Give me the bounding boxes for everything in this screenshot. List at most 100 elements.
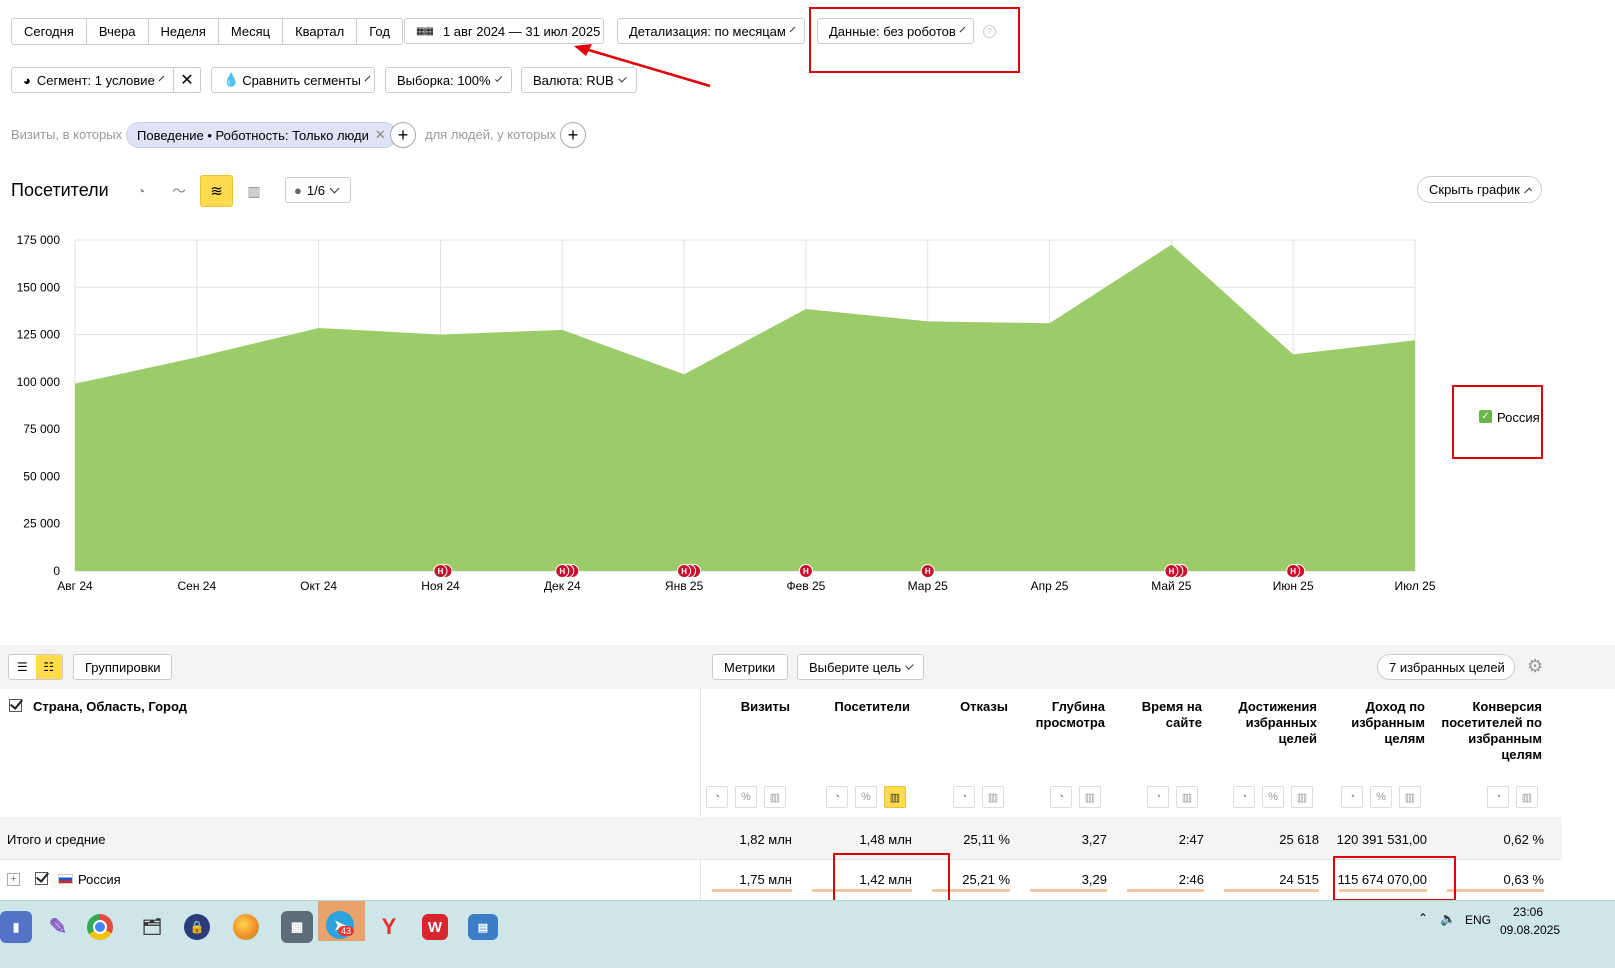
y-tick-label: 125 000 bbox=[17, 328, 61, 342]
column-header[interactable]: Посетители bbox=[800, 699, 910, 715]
row-divider bbox=[0, 859, 1562, 860]
sample-select[interactable]: Выборка: 100% bbox=[385, 67, 512, 93]
percent-icon[interactable]: % bbox=[855, 786, 877, 808]
goal-select[interactable]: Выберите цель bbox=[797, 654, 924, 680]
calculator-icon[interactable]: ▦ bbox=[281, 911, 313, 943]
clock-date[interactable]: 09.08.2025 bbox=[1500, 923, 1560, 937]
annotations-select[interactable]: ● 1/6 bbox=[285, 177, 351, 203]
column-header[interactable]: Визиты bbox=[700, 699, 790, 715]
chrome-icon[interactable] bbox=[87, 914, 113, 940]
period-button[interactable]: Год bbox=[357, 19, 402, 44]
chevron-up-icon[interactable]: ⌃ bbox=[1418, 911, 1428, 925]
wps-icon[interactable]: W bbox=[422, 914, 448, 940]
feather-icon[interactable]: ✎ bbox=[42, 911, 74, 943]
area-chart-icon[interactable]: ≋ bbox=[200, 175, 233, 207]
pie-icon[interactable]: ◔ bbox=[706, 786, 728, 808]
row-cell: 2:46 bbox=[1115, 872, 1204, 887]
row-checkbox[interactable] bbox=[35, 872, 48, 885]
metrics-label: Метрики bbox=[724, 660, 775, 675]
segment-select[interactable]: ◕ Сегмент: 1 условие bbox=[11, 67, 174, 93]
bar-icon[interactable]: ▥ bbox=[982, 786, 1004, 808]
date-range-label: 1 авг 2024 — 31 июл 2025 bbox=[443, 24, 600, 39]
goal-label: Выберите цель bbox=[809, 660, 901, 675]
tree-icon[interactable]: ☷ bbox=[36, 655, 63, 679]
bar-icon[interactable]: ▥ bbox=[1176, 786, 1198, 808]
bar-chart-icon[interactable]: ▥ bbox=[245, 182, 263, 200]
favorite-goals-label: 7 избранных целей bbox=[1389, 660, 1505, 675]
bar-icon[interactable]: ▥ bbox=[1291, 786, 1313, 808]
bar-icon[interactable]: ▥ bbox=[1399, 786, 1421, 808]
pie-icon[interactable]: ◔ bbox=[1341, 786, 1363, 808]
pie-icon[interactable]: ◔ bbox=[1147, 786, 1169, 808]
annotations-label: 1/6 bbox=[307, 183, 325, 198]
filter-tag[interactable]: Поведение • Роботность: Только люди ✕ bbox=[126, 122, 397, 148]
period-button[interactable]: Месяц bbox=[219, 19, 283, 44]
network-icon[interactable]: 🗂 bbox=[136, 911, 168, 943]
clear-segment-button[interactable]: ✕ bbox=[173, 67, 201, 93]
list-icon[interactable]: ☰ bbox=[9, 655, 36, 679]
bar-icon[interactable]: ▥ bbox=[884, 786, 906, 808]
x-tick-label: Дек 24 bbox=[544, 579, 581, 593]
language-indicator[interactable]: ENG bbox=[1465, 913, 1491, 927]
filter-prefix: Визиты, в которых bbox=[11, 127, 122, 142]
russia-flag-icon bbox=[58, 874, 73, 884]
percent-icon[interactable]: % bbox=[1370, 786, 1392, 808]
view-switch: ☰ ☷ bbox=[8, 654, 63, 680]
period-button[interactable]: Неделя bbox=[149, 19, 219, 44]
event-marker-label: Н bbox=[438, 567, 444, 576]
column-header[interactable]: Доход по избранным целям bbox=[1327, 699, 1425, 747]
totals-cell: 25,11 % bbox=[920, 832, 1010, 847]
remove-icon[interactable]: ✕ bbox=[375, 127, 386, 143]
share-bar bbox=[1030, 889, 1107, 892]
currency-select[interactable]: Валюта: RUB bbox=[521, 67, 637, 93]
percent-icon[interactable]: % bbox=[1262, 786, 1284, 808]
image-app-icon[interactable]: ▤ bbox=[468, 914, 498, 940]
add-people-condition-button[interactable]: + bbox=[560, 122, 586, 148]
yandex-icon[interactable]: Y bbox=[373, 911, 405, 943]
period-button[interactable]: Квартал bbox=[283, 19, 357, 44]
hide-chart-button[interactable]: Скрыть график bbox=[1417, 176, 1542, 203]
column-header[interactable]: Глубина просмотра bbox=[1018, 699, 1105, 731]
gear-icon[interactable]: ⚙ bbox=[1527, 656, 1543, 677]
favorite-goals-button[interactable]: 7 избранных целей bbox=[1377, 654, 1515, 680]
pie-chart-icon[interactable]: ◔ bbox=[132, 182, 150, 200]
column-header[interactable]: Конверсия посетителей по избранным целям bbox=[1435, 699, 1542, 763]
groupings-button[interactable]: Группировки bbox=[73, 654, 172, 680]
bar-icon[interactable]: ▥ bbox=[764, 786, 786, 808]
highlight-box bbox=[1333, 856, 1456, 901]
pie-icon[interactable]: ◔ bbox=[953, 786, 975, 808]
pie-icon: ◕ bbox=[23, 73, 31, 88]
dimension-checkbox[interactable] bbox=[9, 699, 22, 712]
chevron-down-icon bbox=[618, 74, 627, 83]
pie-icon[interactable]: ◔ bbox=[1050, 786, 1072, 808]
speaker-icon[interactable]: 🔈 bbox=[1440, 911, 1456, 927]
bar-icon[interactable]: ▥ bbox=[1516, 786, 1538, 808]
highlight-box bbox=[809, 7, 1020, 73]
line-chart-icon[interactable]: 〜 bbox=[170, 182, 188, 200]
pie-icon[interactable]: ◔ bbox=[1487, 786, 1509, 808]
pie-icon[interactable]: ◔ bbox=[826, 786, 848, 808]
column-header[interactable]: Достижения избранных целей bbox=[1212, 699, 1317, 747]
vpn-icon[interactable]: 🔒 bbox=[184, 914, 210, 940]
column-header[interactable]: Отказы bbox=[920, 699, 1008, 715]
browser-icon[interactable] bbox=[233, 914, 259, 940]
expand-icon[interactable]: + bbox=[7, 873, 20, 886]
bar-icon[interactable]: ▥ bbox=[1079, 786, 1101, 808]
column-header[interactable]: Время на сайте bbox=[1115, 699, 1202, 731]
close-icon: ✕ bbox=[180, 70, 193, 90]
pie-icon[interactable]: ◔ bbox=[1233, 786, 1255, 808]
row-label[interactable]: Россия bbox=[78, 872, 121, 887]
clock-time[interactable]: 23:06 bbox=[1513, 905, 1543, 919]
period-button[interactable]: Сегодня bbox=[12, 19, 87, 44]
row-cell: 3,29 bbox=[1018, 872, 1107, 887]
event-marker-label: Н bbox=[681, 567, 687, 576]
filter-tag-label: Поведение • Роботность: Только люди bbox=[137, 128, 369, 143]
add-condition-button[interactable]: + bbox=[390, 122, 416, 148]
metrics-button[interactable]: Метрики bbox=[712, 654, 788, 680]
period-button[interactable]: Вчера bbox=[87, 19, 149, 44]
compare-segments-select[interactable]: 💧 Сравнить сегменты bbox=[211, 67, 375, 93]
percent-icon[interactable]: % bbox=[735, 786, 757, 808]
x-tick-label: Фев 25 bbox=[786, 579, 825, 593]
currency-label: Валюта: RUB bbox=[533, 73, 614, 88]
app-icon[interactable]: ▮ bbox=[0, 911, 32, 943]
